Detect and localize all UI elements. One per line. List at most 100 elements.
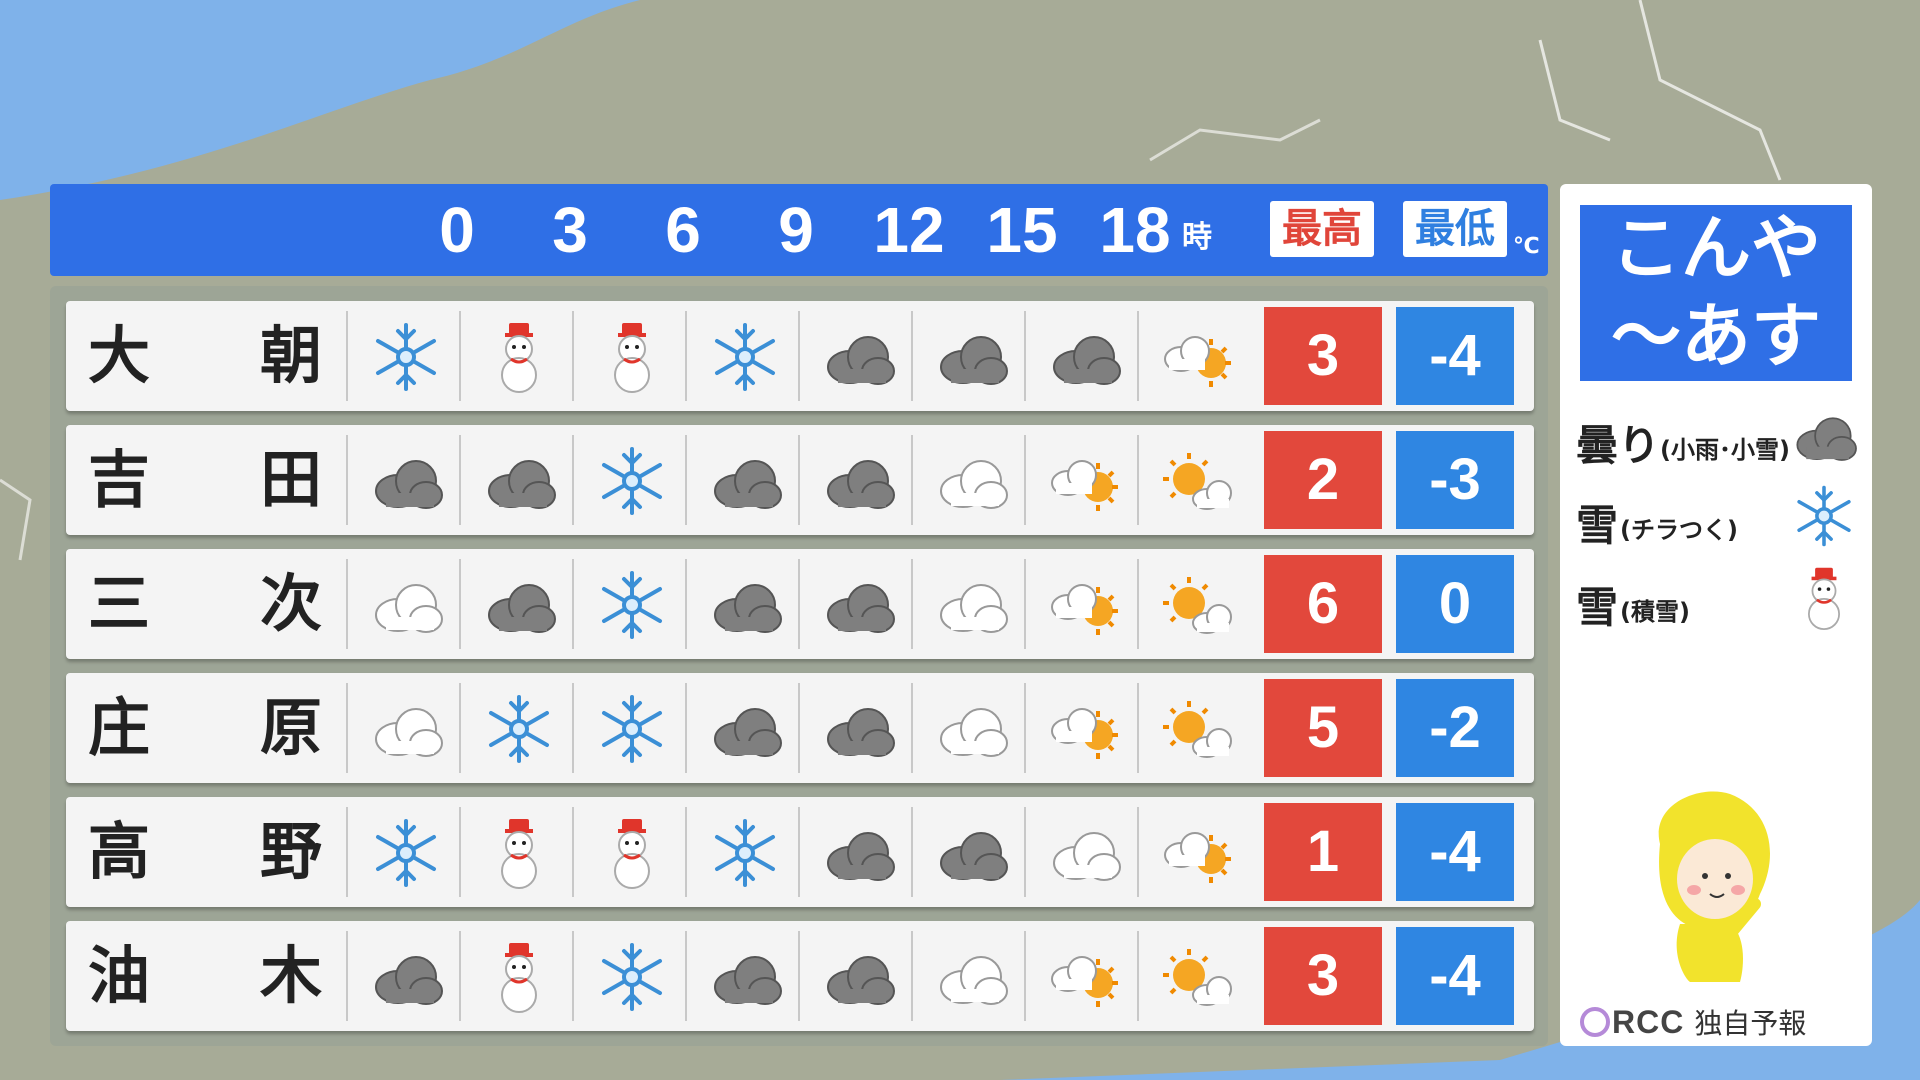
city-name: 大朝 (66, 301, 352, 411)
forecast-cell (459, 931, 574, 1021)
city-name: 吉田 (66, 425, 352, 535)
high-temp: 1 (1264, 803, 1382, 901)
forecast-cell (911, 559, 1026, 649)
legend-weather-note: (積雪) (1620, 598, 1690, 626)
high-temp: 5 (1264, 679, 1382, 777)
cloud-white-icon (940, 584, 1008, 633)
legend-weather-label: 雪 (1576, 501, 1619, 550)
snowman-icon (501, 819, 537, 889)
city-name-char: 朝 (260, 319, 323, 392)
cloud-sun-icon (1164, 336, 1231, 387)
forecast-cell (346, 311, 461, 401)
hour-label: 6 (665, 194, 701, 266)
forecast-cell (911, 311, 1026, 401)
cloud-icon (827, 956, 895, 1005)
city-name: 三次 (66, 549, 352, 659)
forecast-cell (572, 683, 687, 773)
city-name: 庄原 (66, 673, 352, 783)
cloud-icon (827, 460, 895, 509)
city-name-char: 庄 (88, 691, 151, 764)
snow-icon (376, 819, 436, 887)
snow-icon (715, 819, 775, 887)
city-name-char: 原 (260, 691, 323, 764)
forecast-cell (572, 559, 687, 649)
forecast-cell (1137, 311, 1252, 401)
forecast-cell (1024, 559, 1139, 649)
hour-label: 0 (439, 194, 475, 266)
cloud-icon (1796, 417, 1857, 461)
forecast-cell (346, 807, 461, 897)
snowman-icon (614, 819, 650, 889)
forecast-cell (685, 311, 800, 401)
cloud-white-icon (940, 708, 1008, 757)
sun-cloud-icon (1163, 577, 1232, 634)
forecast-cell (459, 311, 574, 401)
low-temp: -4 (1396, 927, 1514, 1025)
forecast-cell (685, 807, 800, 897)
forecast-cell (346, 931, 461, 1021)
low-temp: -4 (1396, 307, 1514, 405)
temp-unit: ℃ (1513, 234, 1540, 259)
legend-panel: こんや ～あす 曇り (小雨･小雪) 雪 (チラつく) 雪 (積雪) RCC 独自予報 (1560, 184, 1872, 1046)
forecast-cell (1024, 435, 1139, 525)
snow-icon (1797, 485, 1851, 547)
snow-icon (715, 323, 775, 391)
forecast-cell (798, 683, 913, 773)
snowman-icon (1808, 567, 1840, 630)
forecast-cell (346, 559, 461, 649)
cloud-icon (1053, 336, 1121, 385)
city-name-char: 田 (260, 443, 323, 516)
forecast-row: 油木 3 -4 (66, 921, 1534, 1031)
legend-item: 雪 (積雪) (1576, 566, 1866, 636)
forecast-cell (911, 807, 1026, 897)
low-temp: 0 (1396, 555, 1514, 653)
forecast-cell (1137, 807, 1252, 897)
cloud-sun-icon (1051, 584, 1118, 635)
high-temp: 3 (1264, 927, 1382, 1025)
high-temp-header: 最高 (1270, 201, 1374, 257)
forecast-cell (798, 931, 913, 1021)
snow-icon (602, 571, 662, 639)
city-name: 油木 (66, 921, 352, 1031)
forecast-cell (572, 311, 687, 401)
cloud-icon (940, 336, 1008, 385)
forecast-cell (572, 931, 687, 1021)
logo-ring-icon (1580, 1007, 1610, 1037)
forecast-cell (1024, 807, 1139, 897)
legend-item: 曇り (小雨･小雪) (1576, 404, 1866, 474)
forecast-cell (1137, 683, 1252, 773)
city-name-char: 高 (88, 815, 151, 888)
city-name-char: 次 (260, 567, 323, 640)
cloud-icon (714, 708, 782, 757)
hour-label: 9 (778, 194, 814, 266)
legend-weather-note: (チラつく) (1620, 516, 1738, 544)
snowman-icon (614, 323, 650, 393)
forecast-row: 庄原 5 -2 (66, 673, 1534, 783)
cloud-icon (827, 708, 895, 757)
forecast-cell (685, 435, 800, 525)
snowman-icon (501, 943, 537, 1013)
time-header: 0 3 6 9 12 15 18 時 最高 最低 ℃ (50, 184, 1548, 276)
forecast-cell (572, 435, 687, 525)
hour-label: 12 (873, 194, 945, 266)
low-temp: -3 (1396, 431, 1514, 529)
cloud-icon (375, 460, 443, 509)
hour-unit: 時 (1182, 220, 1212, 255)
city-name-char: 吉 (88, 443, 151, 516)
cloud-icon (488, 584, 556, 633)
forecast-cell (685, 683, 800, 773)
cloud-white-icon (1053, 832, 1121, 881)
high-temp: 2 (1264, 431, 1382, 529)
forecast-cell (798, 435, 913, 525)
forecast-cell (346, 683, 461, 773)
hour-label: 15 (986, 194, 1058, 266)
forecast-cell (798, 807, 913, 897)
cloud-icon (827, 584, 895, 633)
forecast-cell (911, 683, 1026, 773)
forecast-row: 高野 1 -4 (66, 797, 1534, 907)
low-temp: -2 (1396, 679, 1514, 777)
cloud-sun-icon (1051, 708, 1118, 759)
forecast-cell (798, 311, 913, 401)
high-temp: 3 (1264, 307, 1382, 405)
logo-text: RCC (1612, 1004, 1685, 1040)
